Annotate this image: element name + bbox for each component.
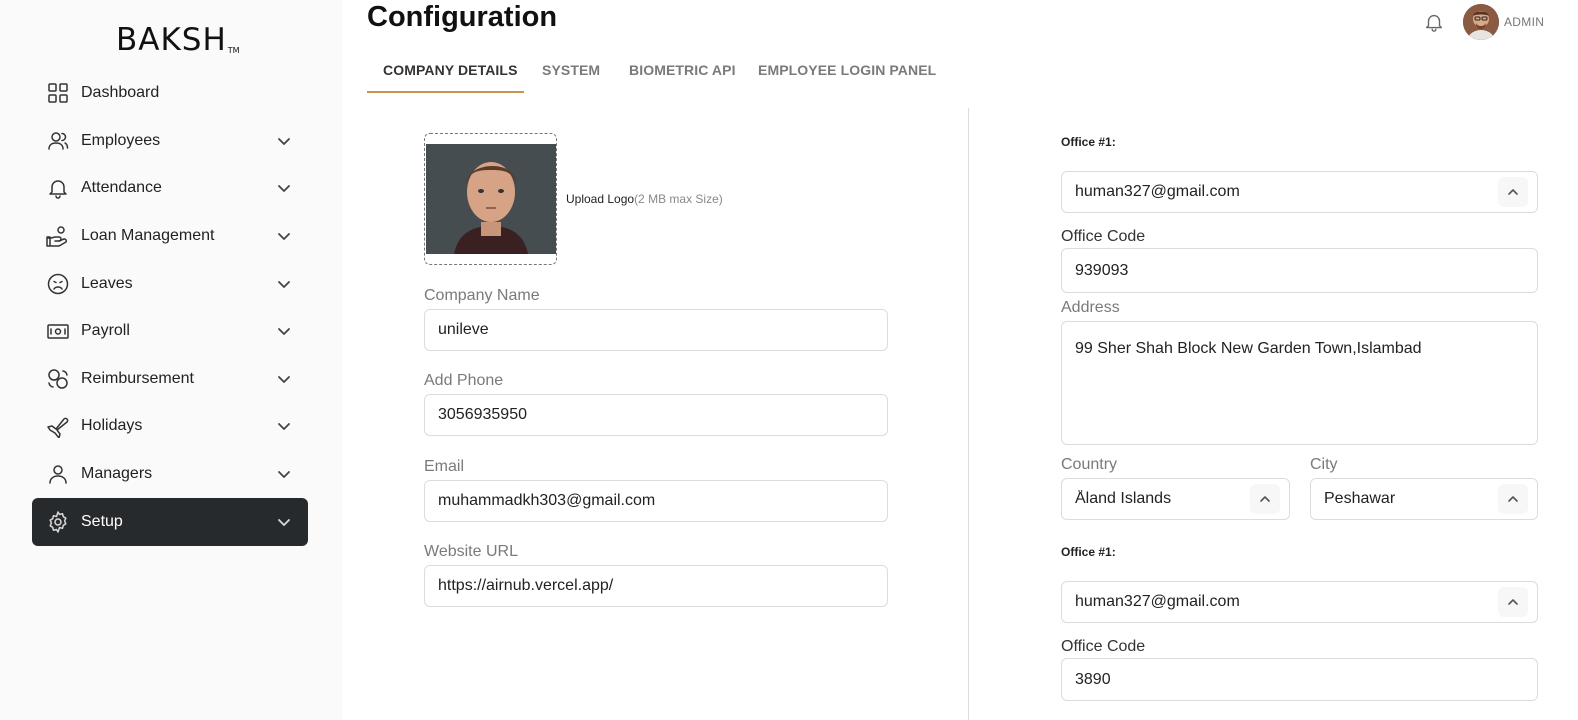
office-heading: Office #1: [1061, 135, 1116, 149]
sidebar-item-label: Holidays [81, 417, 143, 434]
sidebar-item-label: Reimbursement [81, 370, 194, 387]
sidebar: BAKSHTM Dashboard Employees Attendance L… [0, 0, 342, 720]
city-select[interactable]: Peshawar [1310, 478, 1538, 520]
user-role-label[interactable]: ADMIN [1504, 15, 1544, 29]
plane-icon [45, 413, 71, 439]
chevron-down-icon[interactable] [274, 226, 294, 246]
user-icon [45, 461, 71, 487]
chevron-up-icon[interactable] [1498, 177, 1528, 207]
logo-upload-dropzone[interactable] [424, 133, 557, 265]
website-url-label: Website URL [424, 543, 518, 560]
chevron-down-icon[interactable] [274, 178, 294, 198]
email-field[interactable]: muhammadkh303@gmail.com [424, 480, 888, 522]
tab-employee-login-panel[interactable]: EMPLOYEE LOGIN PANEL [758, 62, 936, 78]
sidebar-item-label: Dashboard [81, 84, 160, 101]
tab-system[interactable]: SYSTEM [542, 62, 600, 78]
sidebar-item-label: Setup [81, 513, 123, 530]
company-name-label: Company Name [424, 287, 540, 304]
sidebar-item-employees[interactable]: Employees [32, 118, 308, 164]
chevron-down-icon[interactable] [274, 464, 294, 484]
tab-company-details[interactable]: COMPANY DETAILS [383, 62, 518, 78]
office-email-select[interactable]: human327@gmail.com [1061, 581, 1538, 623]
upload-size-hint: (2 MB max Size) [634, 192, 723, 206]
chevron-down-icon[interactable] [274, 512, 294, 532]
office-code-input[interactable]: 939093 [1061, 248, 1538, 293]
tab-biometric-api[interactable]: BIOMETRIC API [629, 62, 736, 78]
sidebar-item-reimbursement[interactable]: Reimbursement [32, 356, 308, 402]
chevron-up-icon[interactable] [1250, 484, 1280, 514]
chevron-up-icon[interactable] [1498, 484, 1528, 514]
sidebar-item-managers[interactable]: Managers [32, 451, 308, 497]
company-logo-image [426, 144, 556, 254]
sidebar-item-label: Payroll [81, 322, 130, 339]
sidebar-item-label: Loan Management [81, 227, 215, 244]
chevron-up-icon[interactable] [1498, 587, 1528, 617]
grid-icon [45, 80, 71, 106]
sidebar-item-payroll[interactable]: Payroll [32, 308, 308, 354]
sidebar-item-setup[interactable]: Setup [32, 498, 308, 546]
notification-bell-icon[interactable] [1423, 11, 1445, 33]
city-label: City [1310, 456, 1338, 473]
users-icon [45, 128, 71, 154]
country-label: Country [1061, 456, 1118, 473]
upload-logo-label[interactable]: Upload Logo(2 MB max Size) [566, 192, 723, 206]
website-url-input[interactable]: https://airnub.vercel.app/ [424, 565, 888, 607]
refresh-coins-icon [45, 366, 71, 392]
gear-icon [45, 509, 71, 535]
country-select[interactable]: Åland Islands [1061, 478, 1290, 520]
email-label: Email [424, 458, 465, 475]
chevron-down-icon[interactable] [274, 131, 294, 151]
sidebar-item-label: Managers [81, 465, 153, 482]
hand-coins-icon [45, 223, 71, 249]
active-tab-indicator [367, 91, 524, 93]
sidebar-item-dashboard[interactable]: Dashboard [32, 70, 308, 116]
phone-label: Add Phone [424, 372, 504, 389]
address-textarea[interactable]: 99 Sher Shah Block New Garden Town,Islam… [1061, 321, 1538, 445]
sidebar-item-holidays[interactable]: Holidays [32, 403, 308, 449]
chevron-down-icon[interactable] [274, 274, 294, 294]
office-code-label: Office Code [1061, 228, 1146, 245]
sidebar-item-leaves[interactable]: Leaves [32, 261, 308, 307]
sidebar-item-attendance[interactable]: Attendance [32, 165, 308, 211]
brand-logo[interactable]: BAKSHTM [116, 22, 240, 58]
chevron-down-icon[interactable] [274, 416, 294, 436]
sad-face-icon [45, 271, 71, 297]
chevron-down-icon[interactable] [274, 369, 294, 389]
column-divider [968, 108, 969, 720]
chevron-down-icon[interactable] [274, 321, 294, 341]
avatar[interactable] [1463, 4, 1499, 40]
office-code-label: Office Code [1061, 638, 1146, 655]
bell-icon [45, 175, 71, 201]
banknote-icon [45, 318, 71, 344]
office-heading: Office #1: [1061, 545, 1116, 559]
sidebar-item-loan-management[interactable]: Loan Management [32, 213, 308, 259]
address-label: Address [1061, 299, 1120, 316]
sidebar-item-label: Leaves [81, 275, 133, 292]
office-email-select[interactable]: human327@gmail.com [1061, 171, 1538, 213]
sidebar-item-label: Attendance [81, 179, 162, 196]
company-name-input[interactable]: unileve [424, 309, 888, 351]
sidebar-item-label: Employees [81, 132, 161, 149]
page-title: Configuration [367, 1, 558, 33]
office-code-input[interactable]: 3890 [1061, 658, 1538, 701]
phone-input[interactable]: 3056935950 [424, 394, 888, 436]
